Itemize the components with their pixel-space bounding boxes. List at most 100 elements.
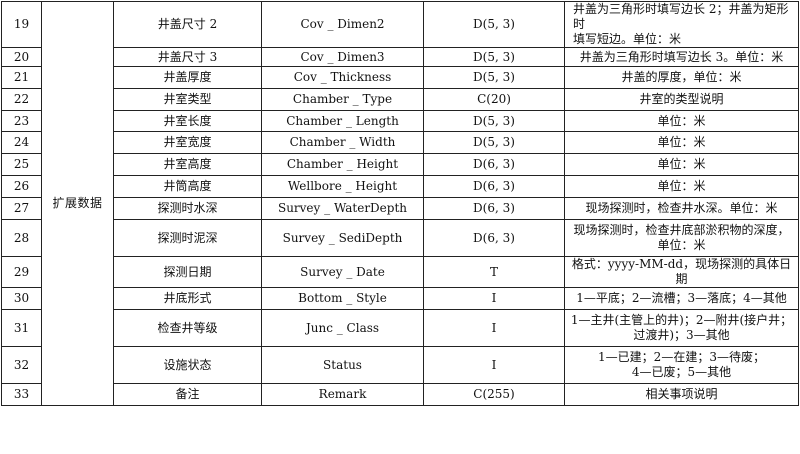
field-code: Survey _ WaterDepth (261, 197, 424, 220)
row-number: 26 (1, 175, 42, 198)
field-description: 井盖的厚度，单位：米 (564, 66, 799, 89)
row-number: 31 (1, 309, 42, 347)
description-line: 相关事项说明 (645, 387, 718, 401)
table-row: 32 设施状态 Status I 1—已建；2—在建；3—待废； 4—已废；5—其他 (1, 346, 799, 384)
field-name-cn: 备注 (113, 383, 262, 406)
field-name-cn: 井底形式 (113, 287, 262, 310)
description-line: 单位：米 (657, 238, 706, 252)
description-line: 单位：米 (657, 157, 706, 171)
description-line: 现场探测时，检查井底部淤积物的深度， (573, 223, 790, 237)
row-number: 29 (1, 256, 42, 288)
description-line: 1—平底；2—流槽；3—落底；4—其他 (576, 291, 787, 305)
row-number: 25 (1, 153, 42, 176)
field-name-cn: 探测时水深 (113, 197, 262, 220)
field-code: Status (261, 346, 424, 384)
table-row: 30 井底形式 Bottom _ Style I 1—平底；2—流槽；3—落底；4—其他 (1, 287, 799, 310)
row-number: 24 (1, 131, 42, 154)
field-description: 现场探测时，检查井水深。单位：米 (564, 197, 799, 220)
field-type: I (423, 287, 565, 310)
field-code: Remark (261, 383, 424, 406)
field-name-cn: 井盖尺寸 2 (113, 1, 262, 48)
table-row: 26 井筒高度 Wellbore _ Height D(6, 3) 单位：米 (1, 175, 799, 198)
description-line: 单位：米 (657, 135, 706, 149)
row-number: 33 (1, 383, 42, 406)
field-type: D(6, 3) (423, 219, 565, 257)
description-line: 1—已建；2—在建；3—待废； (598, 350, 765, 364)
field-type: T (423, 256, 565, 288)
field-description: 1—已建；2—在建；3—待废； 4—已废；5—其他 (564, 346, 799, 384)
field-name-cn: 检查井等级 (113, 309, 262, 347)
field-type: D(5, 3) (423, 131, 565, 154)
row-number: 23 (1, 110, 42, 132)
field-description: 1—主井(主管上的井)；2—附井(接户井； 过渡井)；3—其他 (564, 309, 799, 347)
field-type: C(255) (423, 383, 565, 406)
field-code: Cov _ Thickness (261, 66, 424, 89)
field-description: 单位：米 (564, 175, 799, 198)
table-row: 22 井室类型 Chamber _ Type C(20) 井室的类型说明 (1, 88, 799, 111)
field-code: Chamber _ Width (261, 131, 424, 154)
description-line: 过渡井)；3—其他 (633, 328, 730, 342)
row-number: 19 (1, 1, 42, 48)
field-name-cn: 井盖厚度 (113, 66, 262, 89)
row-number: 27 (1, 197, 42, 220)
field-type: D(6, 3) (423, 175, 565, 198)
row-number: 30 (1, 287, 42, 310)
field-spec-table: 19 扩展数据 井盖尺寸 2 Cov _ Dimen2 D(5, 3) 井盖为三角形时填写… (1, 1, 799, 406)
table-row: 33 备注 Remark C(255) 相关事项说明 (1, 383, 799, 406)
field-type: D(6, 3) (423, 153, 565, 176)
field-type: D(5, 3) (423, 1, 565, 48)
row-number: 22 (1, 88, 42, 111)
group-label: 扩展数据 (41, 1, 114, 406)
field-description: 井盖为三角形时填写边长 2；井盖为矩形时 填写短边。单位：米 (564, 1, 799, 48)
description-line: 井室的类型说明 (639, 92, 724, 106)
table-row: 19 扩展数据 井盖尺寸 2 Cov _ Dimen2 D(5, 3) 井盖为三角形时填写… (1, 1, 799, 406)
description-line: 现场探测时，检查井水深。单位：米 (585, 201, 778, 215)
field-name-cn: 井室宽度 (113, 131, 262, 154)
field-code: Cov _ Dimen3 (261, 47, 424, 67)
table-row: 25 井室高度 Chamber _ Height D(6, 3) 单位：米 (1, 153, 799, 176)
field-code: Survey _ SediDepth (261, 219, 424, 257)
field-name-cn: 井室长度 (113, 110, 262, 132)
table-row: 29 探测日期 Survey _ Date T 格式：yyyy-MM-dd，现场探测的具… (1, 256, 799, 288)
field-type: I (423, 346, 565, 384)
field-description: 格式：yyyy-MM-dd，现场探测的具体日期 (564, 256, 799, 288)
row-number: 21 (1, 66, 42, 89)
table-row: 21 井盖厚度 Cov _ Thickness D(5, 3) 井盖的厚度，单位：米 (1, 66, 799, 89)
field-code: Survey _ Date (261, 256, 424, 288)
description-line: 井盖为三角形时填写边长 2；井盖为矩形时 (573, 2, 789, 32)
field-type: D(6, 3) (423, 197, 565, 220)
field-description: 1—平底；2—流槽；3—落底；4—其他 (564, 287, 799, 310)
row-number: 32 (1, 346, 42, 384)
field-description: 现场探测时，检查井底部淤积物的深度， 单位：米 (564, 219, 799, 257)
field-code: Chamber _ Type (261, 88, 424, 111)
field-description: 单位：米 (564, 131, 799, 154)
field-code: Chamber _ Height (261, 153, 424, 176)
description-line: 格式：yyyy-MM-dd，现场探测的具体日期 (571, 257, 792, 287)
description-line: 4—已废；5—其他 (631, 365, 732, 379)
description-line: 1—主井(主管上的井)；2—附井(接户井； (570, 313, 793, 327)
field-description: 井室的类型说明 (564, 88, 799, 111)
field-name-cn: 探测时泥深 (113, 219, 262, 257)
field-name-cn: 井室类型 (113, 88, 262, 111)
field-name-cn: 井筒高度 (113, 175, 262, 198)
field-description: 井盖为三角形时填写边长 3。单位：米 (564, 47, 799, 67)
row-number: 20 (1, 47, 42, 67)
field-description: 单位：米 (564, 110, 799, 132)
row-number: 28 (1, 219, 42, 257)
table-row: 20 井盖尺寸 3 Cov _ Dimen3 D(5, 3) 井盖为三角形时填写边长 3… (1, 47, 799, 67)
field-name-cn: 井室高度 (113, 153, 262, 176)
field-type: C(20) (423, 88, 565, 111)
table-row: 24 井室宽度 Chamber _ Width D(5, 3) 单位：米 (1, 131, 799, 154)
description-line: 填写短边。单位：米 (573, 32, 682, 46)
field-code: Bottom _ Style (261, 287, 424, 310)
table-row: 28 探测时泥深 Survey _ SediDepth D(6, 3) 现场探测时，检查… (1, 219, 799, 257)
field-code: Junc _ Class (261, 309, 424, 347)
field-name-cn: 井盖尺寸 3 (113, 47, 262, 67)
field-code: Cov _ Dimen2 (261, 1, 424, 48)
field-name-cn: 探测日期 (113, 256, 262, 288)
field-code: Wellbore _ Height (261, 175, 424, 198)
description-line: 井盖为三角形时填写边长 3。单位：米 (579, 49, 784, 64)
field-description: 相关事项说明 (564, 383, 799, 406)
field-description: 单位：米 (564, 153, 799, 176)
field-name-cn: 设施状态 (113, 346, 262, 384)
